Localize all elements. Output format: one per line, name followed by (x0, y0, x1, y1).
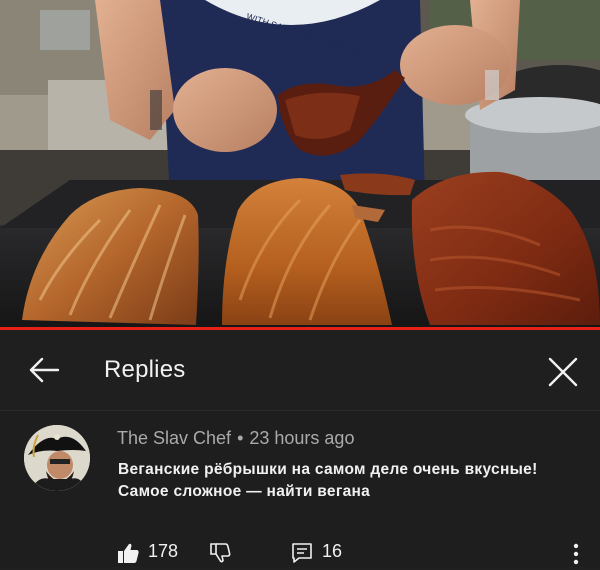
more-vert-icon (573, 543, 579, 565)
comment-meta: The Slav Chef • 23 hours ago (117, 428, 354, 449)
avatar[interactable] (24, 425, 90, 491)
like-count: 178 (148, 541, 179, 561)
comment-icon (292, 543, 312, 563)
like-button[interactable] (116, 541, 140, 570)
close-icon (548, 357, 578, 387)
comment-item: The Slav Chef • 23 hours ago Веганские рёб… (0, 411, 600, 567)
arrow-left-icon (29, 357, 60, 383)
comment-actions: 178 16 (0, 539, 600, 567)
meta-separator: • (237, 428, 244, 448)
reply-count: 16 (322, 541, 343, 561)
comment-text: Веганские рёбрышки на самом деле очень в… (118, 461, 538, 500)
close-button[interactable] (545, 354, 581, 390)
replies-header: Replies (0, 330, 600, 411)
back-button[interactable] (26, 352, 66, 388)
reply-button[interactable] (290, 541, 314, 570)
video-scene-image: WITH SAM CHOY & FRIENDS (0, 0, 600, 330)
replies-title: Replies (104, 356, 186, 383)
avatar-image (24, 425, 90, 491)
comment-time: 23 hours ago (249, 428, 355, 448)
thumbs-down-icon (210, 543, 231, 563)
video-frame[interactable]: WITH SAM CHOY & FRIENDS (0, 0, 600, 330)
comment-author[interactable]: The Slav Chef (117, 428, 231, 448)
thumbs-up-icon (118, 543, 139, 563)
more-options-button[interactable] (571, 543, 581, 570)
dislike-button[interactable] (208, 541, 232, 570)
